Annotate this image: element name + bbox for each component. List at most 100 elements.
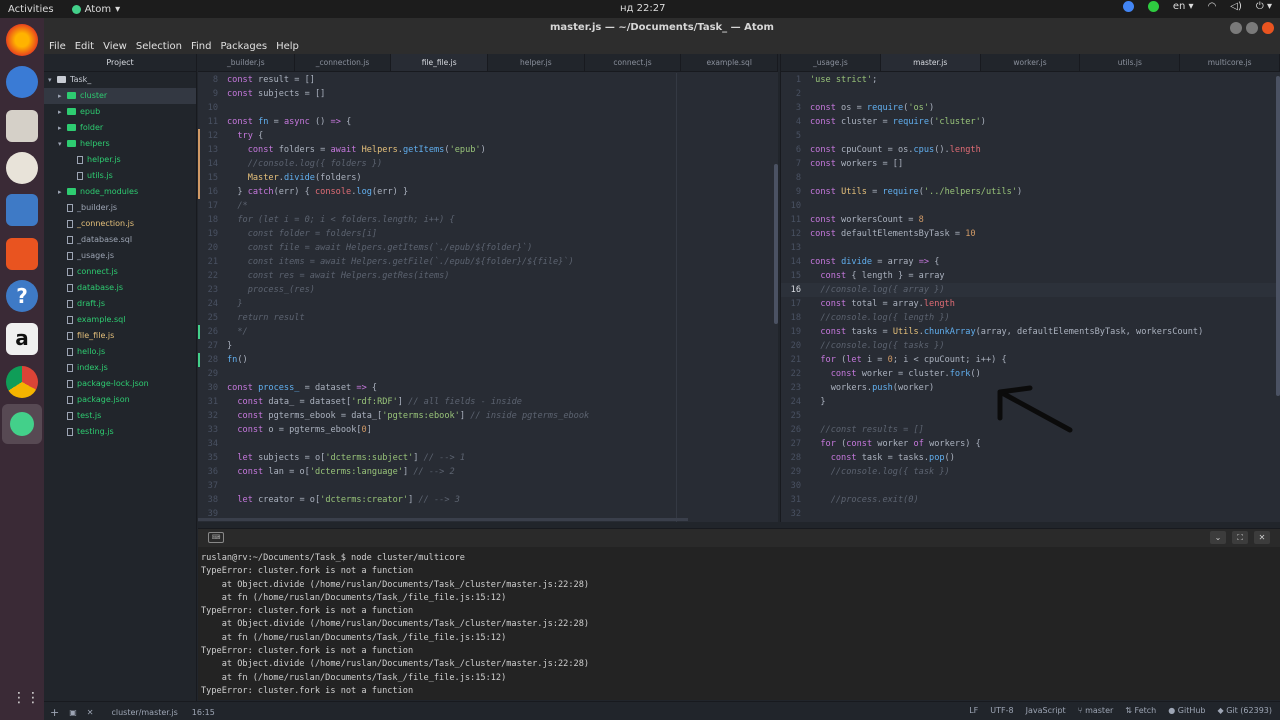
code-line[interactable]: 30 bbox=[781, 479, 1280, 493]
code-line[interactable]: 20 //console.log({ tasks }) bbox=[781, 339, 1280, 353]
code-line[interactable]: 11 const workersCount = 8 bbox=[781, 213, 1280, 227]
code-line[interactable]: 27} bbox=[198, 339, 778, 353]
language-indicator[interactable]: en ▾ bbox=[1173, 1, 1194, 12]
code-line[interactable]: 29 //console.log({ task }) bbox=[781, 465, 1280, 479]
wifi-icon[interactable]: ◠ bbox=[1208, 1, 1217, 12]
code-line[interactable]: 28 const task = tasks.pop() bbox=[781, 451, 1280, 465]
terminal-toggle-icon[interactable]: ▣ bbox=[69, 708, 77, 717]
menu-view[interactable]: View bbox=[103, 41, 127, 52]
editor-tab[interactable]: master.js bbox=[880, 54, 981, 71]
left-horizontal-scrollbar[interactable] bbox=[198, 518, 688, 521]
thunderbird-icon[interactable] bbox=[6, 66, 38, 98]
status-github[interactable]: ● GitHub bbox=[1168, 706, 1205, 715]
editor-tab[interactable]: _builder.js bbox=[198, 54, 295, 71]
tree-item[interactable]: helper.js bbox=[44, 152, 196, 168]
close-button[interactable] bbox=[1262, 22, 1274, 34]
code-line[interactable]: 8 bbox=[781, 171, 1280, 185]
tree-item[interactable]: ▾ helpers bbox=[44, 136, 196, 152]
code-line[interactable]: 16 } catch(err) { console.log(err) } bbox=[198, 185, 778, 199]
help-icon[interactable]: ? bbox=[6, 280, 38, 312]
tree-item[interactable]: package.json bbox=[44, 392, 196, 408]
status-cursor-position[interactable]: 16:15 bbox=[192, 708, 215, 717]
menu-find[interactable]: Find bbox=[191, 41, 212, 52]
amazon-icon[interactable]: a bbox=[6, 323, 38, 355]
status-fetch[interactable]: ⇅ Fetch bbox=[1125, 706, 1156, 715]
code-line[interactable]: 10 bbox=[781, 199, 1280, 213]
code-line[interactable]: 33 const o = pgterms_ebook[0] bbox=[198, 423, 778, 437]
code-line[interactable]: 17 const total = array.length bbox=[781, 297, 1280, 311]
code-line[interactable]: 28 fn() bbox=[198, 353, 778, 367]
chrome-indicator-icon[interactable] bbox=[1122, 1, 1134, 12]
tree-item[interactable]: ▸ cluster bbox=[44, 88, 196, 104]
code-line[interactable]: 36 const lan = o['dcterms:language'] // … bbox=[198, 465, 778, 479]
volume-icon[interactable]: ◁) bbox=[1230, 1, 1242, 12]
menu-help[interactable]: Help bbox=[276, 41, 299, 52]
status-encoding[interactable]: UTF-8 bbox=[990, 706, 1013, 715]
tree-item[interactable]: _database.sql bbox=[44, 232, 196, 248]
editor-tab[interactable]: utils.js bbox=[1080, 54, 1181, 71]
tree-item[interactable]: database.js bbox=[44, 280, 196, 296]
code-line[interactable]: 16 //console.log({ array }) bbox=[781, 283, 1280, 297]
code-line[interactable]: 19 const tasks = Utils.chunkArray(array,… bbox=[781, 325, 1280, 339]
code-line[interactable]: 23 process_(res) bbox=[198, 283, 778, 297]
code-line[interactable]: 21 for (let i = 0; i < cpuCount; i++) { bbox=[781, 353, 1280, 367]
software-center-icon[interactable] bbox=[6, 238, 38, 270]
code-line[interactable]: 4 const cluster = require('cluster') bbox=[781, 115, 1280, 129]
status-line-ending[interactable]: LF bbox=[969, 706, 978, 715]
maximize-button[interactable] bbox=[1246, 22, 1258, 34]
code-line[interactable]: 24 } bbox=[198, 297, 778, 311]
code-line[interactable]: 25 return result bbox=[198, 311, 778, 325]
code-line[interactable]: 9 const subjects = [] bbox=[198, 87, 778, 101]
editor-tab[interactable]: helper.js bbox=[488, 54, 585, 71]
add-icon[interactable]: + bbox=[50, 706, 59, 719]
tree-item[interactable]: _builder.js bbox=[44, 200, 196, 216]
menu-packages[interactable]: Packages bbox=[220, 41, 267, 52]
atom-dock-icon[interactable] bbox=[2, 404, 42, 444]
tree-item[interactable]: file_file.js bbox=[44, 328, 196, 344]
terminal-hide-button[interactable]: ⌄ bbox=[1210, 531, 1226, 544]
code-line[interactable]: 21 const items = await Helpers.getFile(`… bbox=[198, 255, 778, 269]
terminal-output[interactable]: ruslan@rv:~/Documents/Task_$ node cluste… bbox=[198, 547, 1280, 698]
code-line[interactable]: 13 const folders = await Helpers.getItem… bbox=[198, 143, 778, 157]
tree-item[interactable]: ▾ Task_ bbox=[44, 72, 196, 88]
left-scrollbar[interactable] bbox=[774, 164, 778, 324]
right-scrollbar[interactable] bbox=[1276, 76, 1280, 396]
code-line[interactable]: 29 bbox=[198, 367, 778, 381]
code-line[interactable]: 31 const data_ = dataset['rdf:RDF'] // a… bbox=[198, 395, 778, 409]
code-line[interactable]: 2 bbox=[781, 87, 1280, 101]
code-line[interactable]: 8 const result = [] bbox=[198, 73, 778, 87]
code-line[interactable]: 19 const folder = folders[i] bbox=[198, 227, 778, 241]
clock[interactable]: нд 22:27 bbox=[620, 3, 665, 14]
libreoffice-writer-icon[interactable] bbox=[6, 194, 38, 226]
code-line[interactable]: 1 'use strict'; bbox=[781, 73, 1280, 87]
right-code-editor[interactable]: 1'use strict'; 2 3 const os = require('os')… bbox=[781, 73, 1280, 522]
editor-tab[interactable]: file_file.js bbox=[391, 54, 489, 71]
tree-item[interactable]: _usage.js bbox=[44, 248, 196, 264]
code-line[interactable]: 18 for (let i = 0; i < folders.length; i… bbox=[198, 213, 778, 227]
code-line[interactable]: 34 bbox=[198, 437, 778, 451]
tree-item[interactable]: index.js bbox=[44, 360, 196, 376]
terminal-close-button[interactable]: ✕ bbox=[1254, 531, 1270, 544]
tree-item[interactable]: test.js bbox=[44, 408, 196, 424]
tree-item[interactable]: _connection.js bbox=[44, 216, 196, 232]
app-menu[interactable]: Atom ▾ bbox=[71, 4, 120, 15]
status-grammar[interactable]: JavaScript bbox=[1026, 706, 1066, 715]
editor-tab[interactable]: multicore.js bbox=[1180, 54, 1280, 71]
tree-item[interactable]: ▸ node_modules bbox=[44, 184, 196, 200]
show-apps-icon[interactable]: ⋮⋮ bbox=[12, 688, 40, 708]
status-branch[interactable]: ⑂ master bbox=[1078, 706, 1114, 715]
tree-item[interactable]: draft.js bbox=[44, 296, 196, 312]
code-line[interactable]: 37 bbox=[198, 479, 778, 493]
status-git[interactable]: ◆ Git (62393) bbox=[1218, 706, 1273, 715]
code-line[interactable]: 11 const fn = async () => { bbox=[198, 115, 778, 129]
firefox-icon[interactable] bbox=[6, 24, 38, 56]
menu-file[interactable]: File bbox=[49, 41, 66, 52]
minimize-button[interactable] bbox=[1230, 22, 1242, 34]
terminal-maximize-button[interactable]: ⛶ bbox=[1232, 531, 1248, 544]
code-line[interactable]: 38 let creator = o['dcterms:creator'] //… bbox=[198, 493, 778, 507]
code-line[interactable]: 32 const pgterms_ebook = data_['pgterms:… bbox=[198, 409, 778, 423]
tree-item[interactable]: ▸ folder bbox=[44, 120, 196, 136]
files-icon[interactable] bbox=[6, 110, 38, 142]
code-line[interactable]: 22 const res = await Helpers.getRes(item… bbox=[198, 269, 778, 283]
code-line[interactable]: 12 try { bbox=[198, 129, 778, 143]
